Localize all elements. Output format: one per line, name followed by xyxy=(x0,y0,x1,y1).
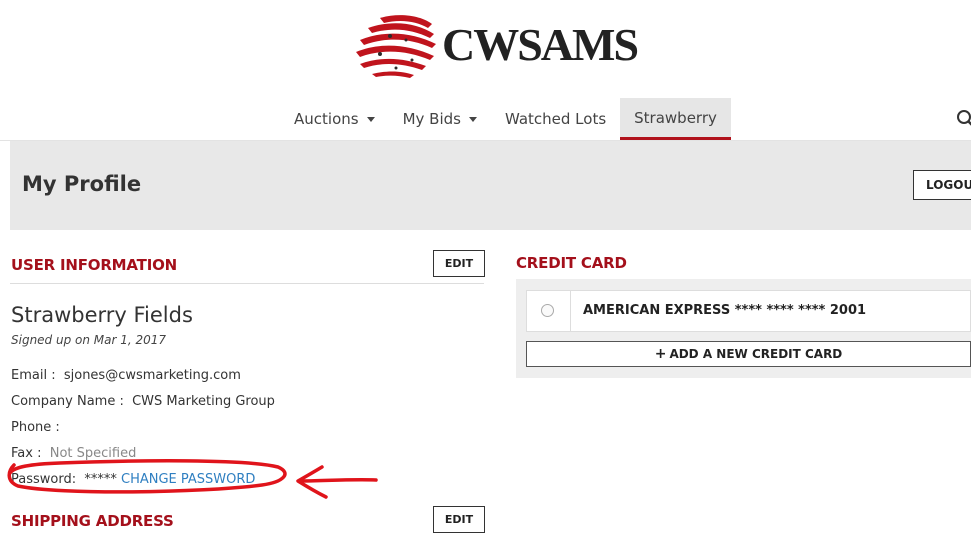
nav-item-label: Auctions xyxy=(294,110,359,128)
brand-name: CWSAMS xyxy=(442,20,637,70)
add-credit-card-label: ADD A NEW CREDIT CARD xyxy=(669,347,842,361)
email-label: Email : xyxy=(11,368,56,383)
main-nav: Auctions My Bids Watched Lots Strawberry xyxy=(280,98,731,140)
nav-item-my-bids[interactable]: My Bids xyxy=(389,98,491,140)
fax-row: Fax : Not Specified xyxy=(11,446,136,461)
edit-shipping-button[interactable]: EDIT xyxy=(433,506,485,533)
signed-up-date: Signed up on Mar 1, 2017 xyxy=(11,333,166,347)
search-icon[interactable] xyxy=(955,108,971,130)
company-row: Company Name : CWS Marketing Group xyxy=(11,394,275,409)
company-label: Company Name : xyxy=(11,394,124,409)
nav-item-watched-lots[interactable]: Watched Lots xyxy=(491,98,620,140)
page-title: My Profile xyxy=(22,172,141,196)
row-divider xyxy=(570,291,571,331)
section-divider xyxy=(10,283,484,284)
caret-down-icon xyxy=(469,117,477,122)
nav-item-auctions[interactable]: Auctions xyxy=(280,98,389,140)
shipping-address-heading: SHIPPING ADDRESS xyxy=(11,512,174,530)
company-value: CWS Marketing Group xyxy=(132,394,275,409)
user-full-name: Strawberry Fields xyxy=(11,303,193,327)
nav-item-label: My Bids xyxy=(403,110,461,128)
caret-down-icon xyxy=(367,117,375,122)
brand-logo[interactable]: CWSAMS xyxy=(350,10,650,84)
profile-header-bar xyxy=(10,141,971,230)
plus-icon: + xyxy=(655,346,667,362)
change-password-link[interactable]: CHANGE PASSWORD xyxy=(121,472,255,487)
fax-value: Not Specified xyxy=(50,446,137,461)
card-label: AMERICAN EXPRESS **** **** **** 2001 xyxy=(583,303,866,318)
nav-item-label: Strawberry xyxy=(634,109,717,127)
password-mask: ***** xyxy=(84,472,117,487)
fax-label: Fax : xyxy=(11,446,41,461)
add-credit-card-button[interactable]: + ADD A NEW CREDIT CARD xyxy=(526,341,971,367)
logo-swirl-icon xyxy=(350,10,442,82)
credit-card-heading: CREDIT CARD xyxy=(516,254,627,272)
phone-row: Phone : xyxy=(11,420,60,435)
phone-label: Phone : xyxy=(11,420,60,435)
user-information-heading: USER INFORMATION xyxy=(11,256,177,274)
password-label: Password: xyxy=(11,472,76,487)
card-select-radio[interactable] xyxy=(541,304,554,317)
email-row: Email : sjones@cwsmarketing.com xyxy=(11,368,241,383)
edit-user-info-button[interactable]: EDIT xyxy=(433,250,485,277)
logout-button[interactable]: LOGOUT xyxy=(913,170,971,200)
nav-item-label: Watched Lots xyxy=(505,110,606,128)
nav-item-user-account[interactable]: Strawberry xyxy=(620,98,731,140)
password-row: Password: ***** CHANGE PASSWORD xyxy=(11,472,255,487)
email-value: sjones@cwsmarketing.com xyxy=(64,368,241,383)
